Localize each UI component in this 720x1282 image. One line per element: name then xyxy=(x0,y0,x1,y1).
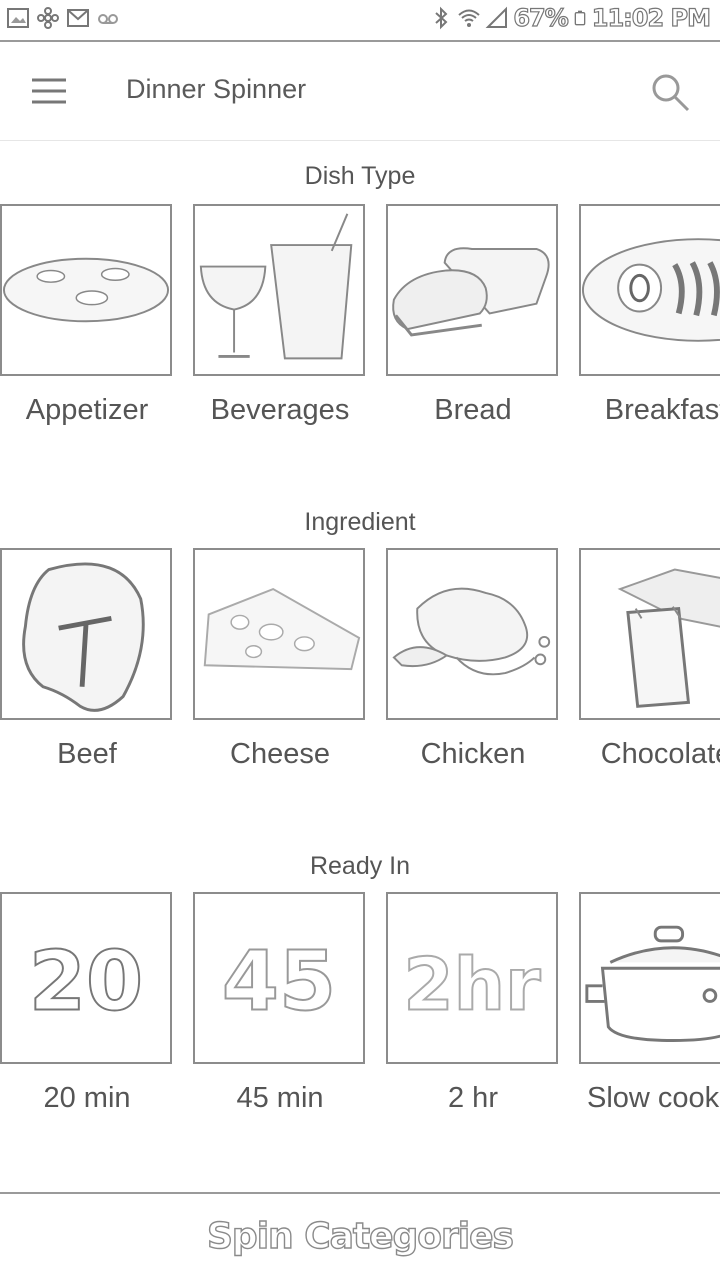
battery-percent: 67% xyxy=(513,3,570,32)
battery-icon xyxy=(574,10,586,26)
tile-label: Chicken xyxy=(420,738,526,770)
search-icon[interactable] xyxy=(648,70,692,114)
chicken-image xyxy=(386,548,558,720)
tile-label: 45 min xyxy=(236,1082,324,1114)
ready-in-row: 20 20 min 45 45 min 2hr 2 hr Slow cook xyxy=(0,892,720,1122)
tile-label: Chocolate xyxy=(600,738,720,770)
wifi-icon xyxy=(458,9,480,27)
section-title-ingredient: Ingredient xyxy=(304,508,416,536)
45-min-number: 45 xyxy=(222,934,336,1029)
tile-label: Breakfast xyxy=(604,394,720,426)
voicemail-icon xyxy=(98,14,118,24)
2-hr-number: 2hr xyxy=(403,943,541,1027)
gallery-notification-icon xyxy=(7,8,29,28)
tile-label: Appetizer xyxy=(25,394,149,426)
clock: 11:02 PM xyxy=(591,3,711,32)
status-bar: 67% 11:02 PM xyxy=(0,0,720,42)
chocolate-image xyxy=(579,548,720,720)
45-min-image: 45 xyxy=(193,892,365,1064)
bread-image xyxy=(386,204,558,376)
dish-type-row: Appetizer Beverages Bread Breakfast xyxy=(0,204,720,434)
section-title-dish-type: Dish Type xyxy=(304,162,416,190)
ingredient-row: Beef Cheese Chicken Chocolate xyxy=(0,548,720,778)
bluetooth-icon xyxy=(435,6,448,30)
20-min-number: 20 xyxy=(29,934,143,1029)
app-title: Dinner Spinner xyxy=(126,74,307,104)
breakfast-image xyxy=(579,204,720,376)
hamburger-menu-icon[interactable] xyxy=(30,76,68,106)
spin-categories-button[interactable]: Spin Categories xyxy=(0,1192,720,1282)
gmail-notification-icon xyxy=(67,9,89,27)
pinwheel-notification-icon xyxy=(37,7,59,29)
spin-categories-label: Spin Categories xyxy=(206,1215,514,1257)
tile-label: 2 hr xyxy=(448,1082,498,1114)
2-hr-image: 2hr xyxy=(386,892,558,1064)
tile-label: Beef xyxy=(57,738,117,770)
tile-label: Cheese xyxy=(230,738,330,770)
beverages-image xyxy=(193,204,365,376)
cheese-image xyxy=(193,548,365,720)
signal-icon xyxy=(485,6,508,28)
section-title-ready-in: Ready In xyxy=(309,852,411,880)
tile-label: 20 min xyxy=(43,1082,131,1114)
tile-label: Bread xyxy=(434,394,512,426)
appetizer-image xyxy=(0,204,172,376)
20-min-image: 20 xyxy=(0,892,172,1064)
tile-label: Beverages xyxy=(210,394,350,426)
slow-cooker-image xyxy=(579,892,720,1064)
beef-image xyxy=(0,548,172,720)
app-bar: Dinner Spinner xyxy=(0,42,720,141)
tile-label: Slow cooker xyxy=(587,1082,720,1114)
